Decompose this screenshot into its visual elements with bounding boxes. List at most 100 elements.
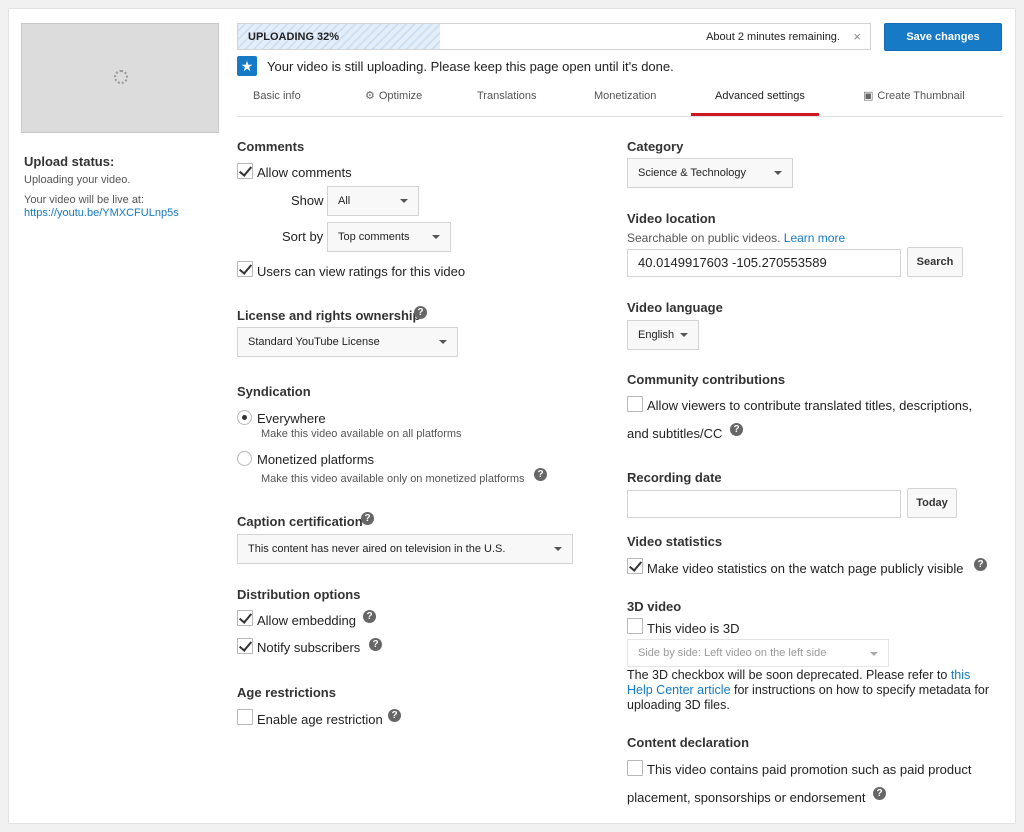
syndication-monetized-desc: Make this video available only on moneti… — [261, 473, 525, 485]
syndication-everywhere-radio[interactable] — [237, 410, 252, 425]
distribution-heading: Distribution options — [237, 587, 361, 602]
syndication-heading: Syndication — [237, 384, 311, 399]
recording-date-input[interactable] — [627, 490, 901, 518]
tab-monetization[interactable]: Monetization — [594, 81, 656, 117]
help-icon[interactable]: ? — [974, 558, 987, 571]
chevron-down-icon — [680, 333, 688, 337]
active-tab-indicator — [691, 113, 819, 116]
live-at-label: Your video will be live at: — [24, 194, 145, 206]
tab-label: Basic info — [253, 90, 301, 102]
video-url-link[interactable]: https://youtu.be/YMXCFULnp5s — [24, 207, 179, 219]
upload-notice: Your video is still uploading. Please ke… — [267, 59, 674, 74]
tab-label: Advanced settings — [715, 90, 805, 102]
video-3d-note-part1: The 3D checkbox will be soon deprecated.… — [627, 668, 948, 682]
sort-comments-value: Top comments — [338, 231, 410, 243]
video-language-select[interactable]: English — [627, 320, 699, 350]
video-location-input[interactable]: 40.0149917603 -105.270553589 — [627, 249, 901, 277]
help-icon[interactable]: ? — [361, 512, 374, 525]
save-changes-button[interactable]: Save changes — [884, 23, 1002, 51]
help-icon[interactable]: ? — [873, 787, 886, 800]
video-3d-format-value: Side by side: Left video on the left sid… — [638, 647, 827, 659]
chevron-down-icon — [400, 199, 408, 203]
syndication-monetized-radio[interactable] — [237, 451, 252, 466]
learn-more-link[interactable]: Learn more — [784, 231, 845, 245]
community-label-line2: and subtitles/CC — [627, 426, 723, 441]
notify-subscribers-checkbox[interactable] — [237, 638, 253, 654]
location-search-button[interactable]: Search — [907, 247, 963, 277]
tab-translations[interactable]: Translations — [477, 81, 537, 117]
caption-certification-select[interactable]: This content has never aired on televisi… — [237, 534, 573, 564]
syndication-monetized-label: Monetized platforms — [257, 452, 375, 467]
paid-promotion-checkbox[interactable] — [627, 760, 643, 776]
tab-basic-info[interactable]: Basic info — [253, 81, 301, 117]
recording-date-heading: Recording date — [627, 470, 722, 485]
video-statistics-label: Make video statistics on the watch page … — [647, 561, 964, 576]
paid-promotion-label-line2: placement, sponsorships or endorsement — [627, 790, 866, 805]
upload-progress-bar: UPLOADING 32% About 2 minutes remaining.… — [237, 23, 871, 50]
thumbnail-icon: ▣ — [863, 90, 874, 102]
allow-comments-label: Allow comments — [257, 165, 352, 180]
chevron-down-icon — [870, 652, 878, 656]
video-3d-deprecation-note: The 3D checkbox will be soon deprecated.… — [627, 668, 999, 713]
star-icon: ★ — [237, 56, 257, 76]
tab-create-thumbnail[interactable]: ▣ Create Thumbnail — [863, 81, 965, 117]
close-icon[interactable]: × — [853, 29, 861, 44]
tab-bar: Basic info ⚙ Optimize Translations Moneti… — [237, 81, 1003, 117]
tab-optimize[interactable]: ⚙ Optimize — [365, 81, 422, 117]
tab-label: Create Thumbnail — [877, 90, 965, 102]
video-3d-checkbox[interactable] — [627, 618, 643, 634]
tab-label: Optimize — [378, 90, 423, 102]
video-3d-heading: 3D video — [627, 599, 682, 614]
community-heading: Community contributions — [627, 372, 786, 387]
video-language-heading: Video language — [627, 300, 723, 315]
upload-status-title: Upload status: — [24, 154, 115, 169]
allow-embedding-checkbox[interactable] — [237, 610, 253, 626]
tab-advanced-settings[interactable]: Advanced settings — [715, 81, 805, 117]
license-value: Standard YouTube License — [248, 336, 380, 348]
view-ratings-checkbox[interactable] — [237, 261, 253, 277]
tab-label: Monetization — [594, 90, 657, 102]
upload-status-text: Uploading your video. — [24, 174, 131, 186]
help-icon[interactable]: ? — [534, 468, 547, 481]
upload-progress-label: UPLOADING 32% — [248, 31, 340, 43]
today-button[interactable]: Today — [907, 488, 957, 518]
paid-promotion-label-line1: This video contains paid promotion such … — [647, 762, 972, 777]
help-icon[interactable]: ? — [414, 306, 427, 319]
time-remaining: About 2 minutes remaining. — [706, 31, 840, 43]
video-3d-format-select[interactable]: Side by side: Left video on the left sid… — [627, 639, 889, 667]
video-statistics-checkbox[interactable] — [627, 558, 643, 574]
sort-comments-select[interactable]: Top comments — [327, 222, 451, 252]
show-comments-select[interactable]: All — [327, 186, 419, 216]
allow-comments-checkbox[interactable] — [237, 163, 253, 179]
age-restriction-checkbox[interactable] — [237, 709, 253, 725]
chevron-down-icon — [439, 340, 447, 344]
video-location-hint: Searchable on public videos. Learn more — [627, 231, 845, 245]
license-select[interactable]: Standard YouTube License — [237, 327, 458, 357]
loading-spinner-icon — [114, 70, 128, 84]
category-heading: Category — [627, 139, 684, 154]
upload-page: Upload status: Uploading your video. You… — [8, 8, 1016, 824]
caption-certification-value: This content has never aired on televisi… — [248, 543, 506, 555]
chevron-down-icon — [432, 235, 440, 239]
help-icon[interactable]: ? — [388, 709, 401, 722]
community-contributions-checkbox[interactable] — [627, 396, 643, 412]
help-icon[interactable]: ? — [369, 638, 382, 651]
help-icon[interactable]: ? — [730, 423, 743, 436]
community-label-line1: Allow viewers to contribute translated t… — [647, 398, 973, 413]
notify-subscribers-label: Notify subscribers — [257, 640, 361, 655]
video-location-hint-text: Searchable on public videos. — [627, 231, 781, 245]
show-label: Show — [291, 193, 324, 208]
syndication-everywhere-desc: Make this video available on all platfor… — [261, 428, 462, 440]
category-value: Science & Technology — [638, 167, 747, 179]
help-icon[interactable]: ? — [363, 610, 376, 623]
age-restriction-label: Enable age restriction — [257, 712, 383, 727]
chevron-down-icon — [774, 171, 782, 175]
video-statistics-heading: Video statistics — [627, 534, 723, 549]
allow-embedding-label: Allow embedding — [257, 613, 357, 628]
license-heading: License and rights ownership — [237, 308, 421, 323]
caption-heading: Caption certification — [237, 514, 363, 529]
video-3d-label: This video is 3D — [647, 621, 740, 636]
syndication-everywhere-label: Everywhere — [257, 411, 326, 426]
category-select[interactable]: Science & Technology — [627, 158, 793, 188]
show-comments-value: All — [338, 195, 351, 207]
